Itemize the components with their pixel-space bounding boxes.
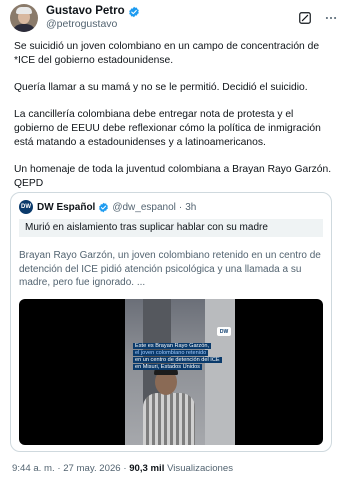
video-player[interactable]: DW Este es Brayan Rayo Garzón, el joven … — [19, 299, 323, 445]
quoted-time[interactable]: 3h — [185, 202, 196, 213]
quoted-tweet-header: DW DW Español @dw_espanol · 3h — [19, 199, 196, 215]
more-options-icon[interactable] — [322, 9, 340, 27]
quoted-author-handle[interactable]: @dw_espanol — [112, 202, 176, 213]
caption-line: en Misuri, Estados Unidos — [133, 364, 202, 370]
quoted-author-name[interactable]: DW Español — [37, 202, 95, 213]
tweet-paragraph: Quería llamar a su mamá y no se le permi… — [14, 82, 308, 93]
views-label: Visualizaciones — [167, 463, 234, 474]
caption-line: en un centro de detención del ICE — [133, 357, 222, 363]
tweet-text: Se suicidió un joven colombiano en un ca… — [14, 40, 336, 204]
tweet: Gustavo Petro @petrogustavo Se suicidió … — [0, 0, 350, 484]
tweet-paragraph: La cancillería colombiana debe entregar … — [14, 109, 321, 148]
tweet-paragraph: Un homenaje de toda la juventud colombia… — [14, 164, 332, 189]
quoted-text: Brayan Rayo Garzón, un joven colombiano … — [19, 250, 321, 288]
caption-line: el joven colombiano retenido — [133, 350, 209, 356]
tweet-header: Gustavo Petro @petrogustavo — [10, 4, 340, 32]
author-handle[interactable]: @petrogustavo — [46, 18, 140, 31]
grok-icon[interactable] — [296, 9, 314, 27]
caption-line: Este es Brayan Rayo Garzón, — [133, 343, 211, 349]
verified-badge-icon — [99, 202, 109, 212]
author-display-name[interactable]: Gustavo Petro — [46, 5, 125, 18]
video-frame — [125, 299, 235, 445]
views-count: 90,3 mil — [129, 463, 165, 474]
tweet-paragraph: Se suicidió un joven colombiano en un ca… — [14, 41, 320, 66]
verified-badge-icon — [128, 6, 139, 17]
quoted-headline: Murió en aislamiento tras suplicar habla… — [19, 219, 323, 237]
dot-separator: · — [57, 463, 61, 474]
tweet-meta: 9:44 a. m. · 27 may. 2026 · 90,3 mil Vis… — [12, 463, 233, 474]
dot-separator: · — [123, 463, 127, 474]
dw-watermark: DW — [217, 327, 231, 336]
author-names: Gustavo Petro @petrogustavo — [46, 5, 140, 31]
tweet-date[interactable]: 27 may. 2026 — [63, 463, 120, 474]
quoted-tweet[interactable]: DW DW Español @dw_espanol · 3h Murió en … — [10, 192, 332, 452]
tweet-time[interactable]: 9:44 a. m. — [12, 463, 55, 474]
avatar[interactable] — [10, 4, 38, 32]
video-caption: Este es Brayan Rayo Garzón, el joven col… — [133, 343, 231, 371]
dot-separator: · — [178, 201, 183, 213]
dw-logo-icon: DW — [19, 200, 33, 214]
